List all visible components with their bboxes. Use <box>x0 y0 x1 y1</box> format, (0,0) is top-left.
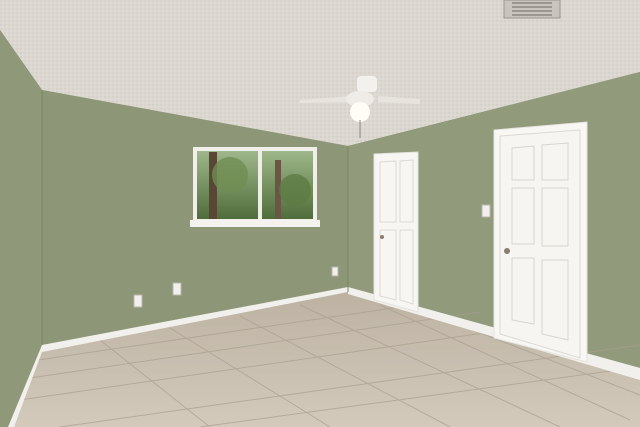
light-switch <box>481 204 491 218</box>
door-knob <box>504 248 510 254</box>
room-illustration <box>0 0 640 427</box>
outlet-2 <box>172 282 182 296</box>
window <box>190 147 320 227</box>
outlet-3 <box>331 266 339 277</box>
closet-door <box>373 151 419 313</box>
empty-bedroom-photo <box>0 0 640 427</box>
entry-door <box>493 121 588 363</box>
outlet-1 <box>133 294 143 308</box>
